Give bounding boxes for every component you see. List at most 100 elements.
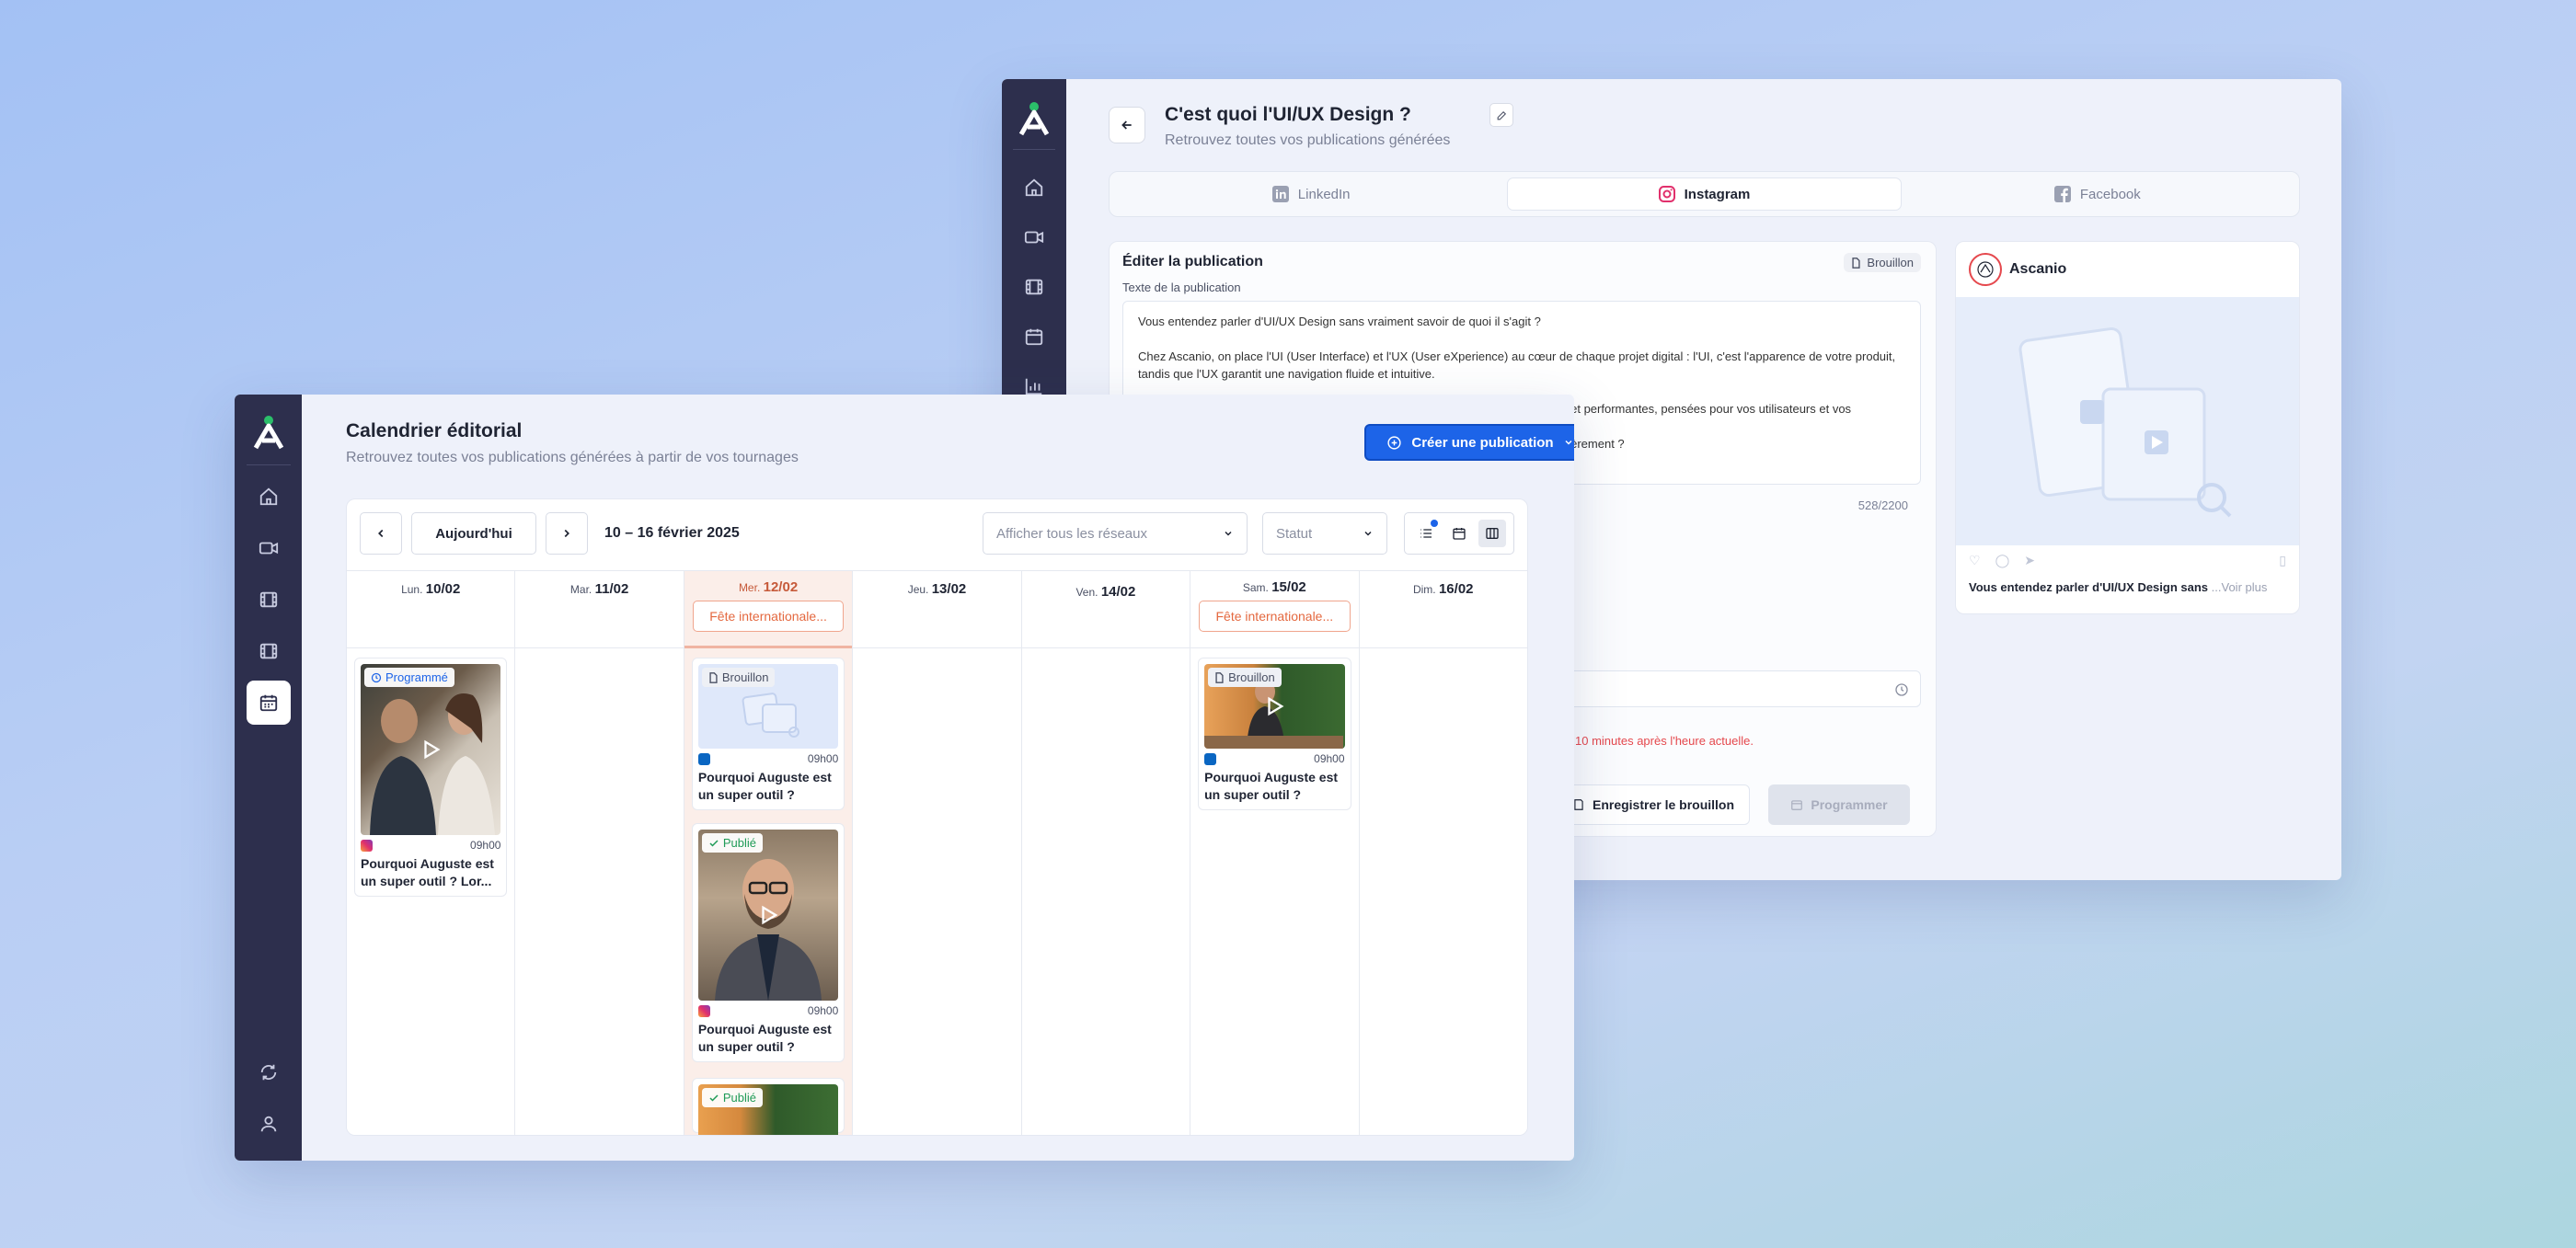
- calendar-window: Calendrier éditorial Retrouvez toutes vo…: [235, 395, 1574, 1161]
- post-card[interactable]: Publié 09h00 Pourquoi Auguste est un sup…: [691, 823, 845, 1062]
- tab-instagram[interactable]: Instagram: [1507, 177, 1902, 211]
- play-icon[interactable]: [758, 905, 778, 925]
- next-week-button[interactable]: [546, 512, 588, 555]
- film-icon[interactable]: [247, 578, 291, 622]
- post-card[interactable]: Brouillon 09h00 Pourquoi Auguste est un …: [1198, 658, 1351, 810]
- week-view-button[interactable]: [1478, 520, 1506, 547]
- char-count: 528/2200: [1857, 498, 1908, 512]
- calendar-icon[interactable]: [246, 681, 291, 725]
- today-button[interactable]: Aujourd'hui: [411, 512, 536, 555]
- calendar-icon: [1453, 528, 1466, 540]
- calendar-icon[interactable]: [1009, 312, 1059, 361]
- instagram-icon: [697, 1004, 710, 1017]
- edit-title-button[interactable]: [1489, 103, 1513, 127]
- event-chip[interactable]: Fête internationale...: [1199, 601, 1351, 632]
- post-card[interactable]: Brouillon 09h00 Pourquoi Auguste est un …: [691, 658, 845, 810]
- clock-icon: [371, 672, 382, 682]
- post-thumbnail: Publié: [697, 1084, 839, 1135]
- status-badge: Programmé: [364, 668, 454, 687]
- tab-label: Instagram: [1684, 186, 1751, 202]
- status-badge: Publié: [701, 1088, 763, 1107]
- page-subtitle: Retrouvez toutes vos publications généré…: [1165, 132, 1451, 148]
- play-icon[interactable]: [420, 739, 441, 760]
- post-card[interactable]: Programmé 09h00 Pourquoi Auguste est un …: [354, 658, 508, 897]
- plus-circle-icon: [1387, 435, 1401, 450]
- post-meta: 09h00: [1204, 752, 1345, 765]
- linkedin-icon: [1204, 752, 1217, 765]
- status-badge: Publié: [701, 833, 763, 853]
- linkedin-icon: [697, 752, 710, 765]
- app-logo: [1002, 88, 1066, 149]
- film-icon[interactable]: [1009, 262, 1059, 312]
- post-meta: 09h00: [697, 752, 838, 765]
- text-label: Texte de la publication: [1122, 281, 1241, 294]
- day-column-tue[interactable]: Mar. 11/02: [515, 571, 684, 1135]
- day-column-mon[interactable]: Lun. 10/02 Programmé 09h00 Pourquoi Augu…: [347, 571, 516, 1135]
- schedule-error: 10 minutes après l'heure actuelle.: [1575, 734, 1754, 748]
- instagram-preview: Ascanio ♡ ◯ ➤ ▯ Vous entendez parler d'UI/…: [1955, 241, 2300, 614]
- play-icon[interactable]: [1264, 696, 1284, 716]
- event-chip[interactable]: Fête internationale...: [692, 601, 845, 632]
- save-icon: [1574, 799, 1583, 810]
- home-icon[interactable]: [1009, 163, 1059, 212]
- clips-icon[interactable]: [247, 629, 291, 673]
- day-header: Dim. 16/02: [1359, 571, 1527, 648]
- calendar-toolbar: Aujourd'hui 10 – 16 février 2025 Affiche…: [360, 512, 1514, 555]
- comment-icon[interactable]: ◯: [1995, 553, 2010, 568]
- day-header: Ven. 14/02: [1021, 571, 1190, 648]
- instagram-icon: [361, 839, 373, 852]
- day-header: Mer. 12/02 Fête internationale...: [684, 571, 853, 648]
- list-view-button[interactable]: [1412, 520, 1440, 547]
- create-publication-button[interactable]: Créer une publication: [1364, 424, 1574, 461]
- video-icon[interactable]: [1009, 212, 1059, 262]
- status-filter[interactable]: Statut: [1262, 512, 1387, 555]
- day-column-sun[interactable]: Dim. 16/02: [1359, 571, 1527, 1135]
- back-button[interactable]: [1109, 107, 1145, 143]
- day-column-sat[interactable]: Sam. 15/02 Fête internationale... Brouil…: [1190, 571, 1360, 1135]
- date-input[interactable]: [1542, 670, 1921, 707]
- preview-caption: Vous entendez parler d'UI/UX Design sans…: [1969, 580, 2268, 594]
- bookmark-icon[interactable]: ▯: [2279, 553, 2286, 568]
- day-column-wed[interactable]: Mer. 12/02 Fête internationale... Brouil…: [684, 571, 854, 1135]
- clock-icon: [1895, 683, 1908, 696]
- tab-facebook[interactable]: Facebook: [1902, 177, 2294, 211]
- see-more-link[interactable]: ...Voir plus: [2212, 580, 2268, 594]
- notification-dot: [1431, 520, 1438, 527]
- day-column-thu[interactable]: Jeu. 13/02: [853, 571, 1022, 1135]
- month-view-button[interactable]: [1445, 520, 1473, 547]
- video-icon[interactable]: [247, 526, 291, 570]
- user-icon[interactable]: [247, 1102, 291, 1146]
- save-draft-button[interactable]: Enregistrer le brouillon: [1557, 784, 1750, 825]
- post-card[interactable]: Publié: [691, 1078, 845, 1135]
- chevron-down-icon: [1565, 440, 1572, 445]
- post-title: Pourquoi Auguste est un super outil ?: [697, 1022, 832, 1054]
- preview-account: Ascanio: [2009, 261, 2067, 277]
- home-icon[interactable]: [247, 475, 291, 519]
- check-icon: [709, 839, 719, 847]
- schedule-button[interactable]: Programmer: [1768, 784, 1910, 825]
- week-grid: Lun. 10/02 Programmé 09h00 Pourquoi Augu…: [347, 570, 1527, 1135]
- pencil-icon: [1497, 110, 1506, 120]
- avatar: [1969, 253, 2002, 286]
- send-icon[interactable]: ➤: [2024, 553, 2035, 568]
- day-column-fri[interactable]: Ven. 14/02: [1021, 571, 1191, 1135]
- app-logo: [235, 411, 302, 453]
- file-icon: [1852, 257, 1861, 269]
- post-title: Pourquoi Auguste est un super outil ?: [697, 770, 832, 802]
- tab-linkedin[interactable]: LinkedIn: [1115, 177, 1507, 211]
- calendar-icon: [1791, 800, 1803, 810]
- media-placeholder-icon: [2018, 326, 2232, 518]
- network-filter[interactable]: Afficher tous les réseaux: [983, 512, 1248, 555]
- day-header: Jeu. 13/02: [853, 571, 1021, 648]
- heart-icon[interactable]: ♡: [1969, 553, 1981, 568]
- post-title: Pourquoi Auguste est un super outil ?: [1204, 770, 1339, 802]
- prev-week-button[interactable]: [360, 512, 402, 555]
- network-tabs: LinkedIn Instagram Facebook: [1109, 171, 2300, 217]
- facebook-icon: [2053, 186, 2071, 202]
- sync-icon[interactable]: [247, 1050, 291, 1094]
- page-subtitle: Retrouvez toutes vos publications généré…: [346, 450, 799, 465]
- linkedin-icon: [1271, 186, 1289, 202]
- post-meta: 09h00: [361, 839, 500, 852]
- post-title: Pourquoi Auguste est un super outil ? Lo…: [361, 856, 494, 888]
- instagram-icon: [1658, 186, 1675, 202]
